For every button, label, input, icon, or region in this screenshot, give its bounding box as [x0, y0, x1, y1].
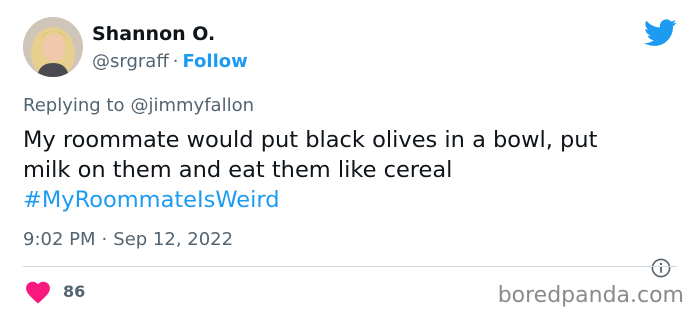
info-icon[interactable]	[651, 258, 671, 278]
handle-separator: ·	[172, 51, 179, 72]
tweet-date: Sep 12, 2022	[113, 229, 234, 250]
timestamp-separator: ·	[101, 229, 108, 250]
tweet-text-line: My roommate would put black olives in a …	[23, 127, 598, 153]
avatar[interactable]	[23, 17, 83, 77]
tweet-timestamp[interactable]: 9:02 PM · Sep 12, 2022	[23, 228, 233, 252]
tweet-text-line: milk on them and eat them like cereal	[23, 157, 453, 183]
hashtag-link[interactable]: #MyRoommateIsWeird	[23, 185, 683, 215]
twitter-bird-icon[interactable]	[644, 19, 677, 47]
reply-context: Replying to @jimmyfallon	[23, 94, 254, 118]
author-name[interactable]: Shannon O.	[92, 22, 215, 46]
watermark: boredpanda.com	[497, 283, 684, 308]
follow-button[interactable]: Follow	[182, 51, 247, 72]
like-count[interactable]: 86	[63, 281, 85, 303]
reply-mention-link[interactable]: @jimmyfallon	[130, 95, 254, 116]
heart-icon[interactable]	[25, 280, 51, 304]
divider	[23, 266, 677, 267]
author-handle[interactable]: @srgraff	[92, 51, 169, 72]
tweet-time: 9:02 PM	[23, 229, 96, 250]
tweet-text: My roommate would put black olives in a …	[23, 125, 683, 215]
reply-prefix: Replying to	[23, 95, 125, 116]
author-handle-row: @srgraff · Follow	[92, 50, 248, 74]
